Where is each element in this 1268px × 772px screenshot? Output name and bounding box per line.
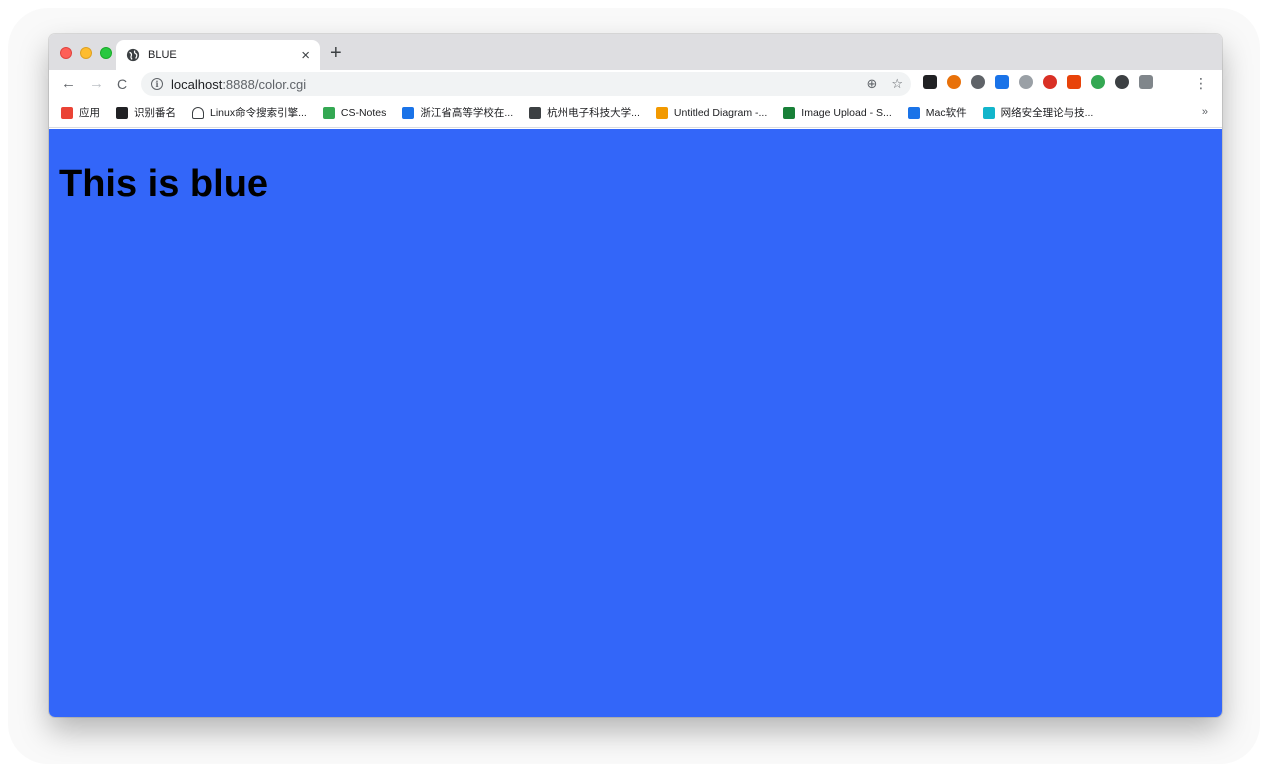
bookmark-item[interactable]: CS-Notes: [322, 106, 387, 119]
browser-menu-icon[interactable]: ⋮: [1194, 76, 1208, 90]
extension-6-icon[interactable]: [1043, 75, 1057, 89]
reload-button[interactable]: C: [117, 74, 127, 94]
extension-9-icon[interactable]: [1115, 75, 1129, 89]
forward-button[interactable]: →: [89, 74, 104, 94]
bookmark-favicon-icon: [61, 106, 73, 119]
omnibox-actions: ⊕ ☆: [866, 75, 903, 93]
bookmark-label: CS-Notes: [340, 106, 387, 119]
bookmark-label: Untitled Diagram -...: [673, 106, 768, 119]
bookmark-favicon-icon: [192, 106, 204, 119]
extension-3-icon[interactable]: [971, 75, 985, 89]
tab-active[interactable]: BLUE ×: [116, 40, 320, 70]
bookmark-label: Image Upload - S...: [801, 106, 892, 119]
bookmark-favicon-icon: [907, 106, 920, 119]
extension-5-icon[interactable]: [1019, 75, 1033, 89]
bookmark-item[interactable]: 网络安全理论与技...: [982, 105, 1094, 120]
extension-1-icon[interactable]: [923, 75, 937, 89]
browser-window: BLUE × + ← → C i localhost :8888/color.c…: [49, 34, 1222, 717]
bookmark-favicon-icon: [982, 106, 995, 119]
new-tab-button[interactable]: +: [330, 43, 342, 63]
toolbar: ← → C i localhost :8888/color.cgi ⊕ ☆ ⋮: [49, 70, 1222, 98]
bookmark-item[interactable]: Linux命令搜索引擎...: [192, 105, 307, 120]
globe-icon: [126, 48, 140, 62]
bookmark-label: 网络安全理论与技...: [1000, 107, 1094, 119]
bookmarks-bar: 应用 识别番名 Linux命令搜索引擎... CS-Notes 浙江省高等学校在... 杭…: [49, 98, 1222, 128]
extension-8-icon[interactable]: [1091, 75, 1105, 89]
bookmark-star-icon[interactable]: ☆: [891, 75, 903, 93]
maximize-window-button[interactable]: [100, 47, 112, 59]
bookmark-item[interactable]: 识别番名: [116, 105, 176, 120]
bookmark-item[interactable]: Image Upload - S...: [783, 106, 892, 119]
extension-7-icon[interactable]: [1067, 75, 1081, 89]
extension-10-icon[interactable]: [1139, 75, 1153, 89]
bookmark-item[interactable]: Mac软件: [907, 105, 967, 120]
bookmark-label: Linux命令搜索引擎...: [210, 107, 307, 119]
bookmark-item[interactable]: 应用: [61, 105, 100, 120]
bookmark-label: 杭州电子科技大学...: [547, 107, 640, 119]
bookmark-label: Mac软件: [925, 107, 967, 119]
bookmark-label: 识别番名: [134, 107, 176, 119]
back-button[interactable]: ←: [61, 74, 76, 94]
bookmark-item[interactable]: Untitled Diagram -...: [655, 106, 768, 119]
tab-close-icon[interactable]: ×: [301, 48, 310, 63]
url-host: localhost: [171, 76, 223, 92]
extensions-bar: [923, 75, 1153, 89]
site-info-icon[interactable]: i: [151, 78, 163, 90]
bookmark-favicon-icon: [402, 106, 415, 119]
address-bar[interactable]: i localhost :8888/color.cgi ⊕ ☆: [141, 72, 911, 96]
bookmark-favicon-icon: [116, 106, 128, 119]
bookmark-favicon-icon: [529, 106, 542, 119]
extension-4-icon[interactable]: [995, 75, 1009, 89]
bookmark-label: 应用: [79, 107, 100, 119]
window-controls: [60, 47, 112, 59]
bookmark-favicon-icon: [322, 106, 335, 119]
bookmark-favicon-icon: [655, 106, 668, 119]
page-heading: This is blue: [59, 163, 269, 205]
bookmark-item[interactable]: 杭州电子科技大学...: [529, 105, 640, 120]
zoom-icon[interactable]: ⊕: [866, 75, 877, 93]
page-content: This is blue: [49, 129, 1222, 717]
minimize-window-button[interactable]: [80, 47, 92, 59]
bookmarks-overflow-icon[interactable]: »: [1202, 106, 1208, 118]
bookmark-item[interactable]: 浙江省高等学校在...: [402, 105, 513, 120]
close-window-button[interactable]: [60, 47, 72, 59]
tab-title: BLUE: [148, 49, 177, 61]
url-path: :8888/color.cgi: [222, 76, 307, 92]
tab-strip: BLUE × +: [49, 34, 1222, 70]
extension-2-icon[interactable]: [947, 75, 961, 89]
bookmark-favicon-icon: [783, 106, 796, 119]
bookmark-label: 浙江省高等学校在...: [420, 107, 514, 119]
